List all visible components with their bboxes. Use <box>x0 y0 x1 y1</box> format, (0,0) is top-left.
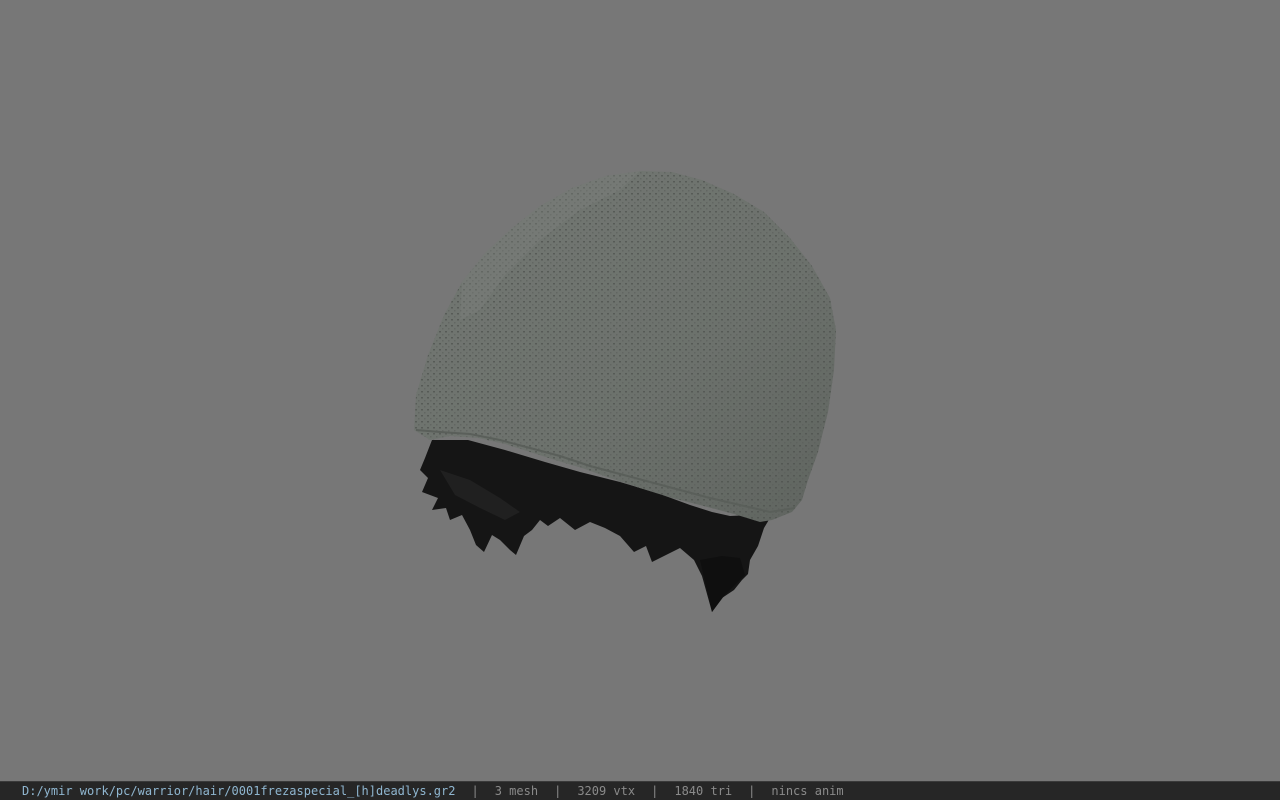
mesh-count-label: 3 mesh <box>494 784 539 798</box>
vertex-count-label: 3209 vtx <box>577 784 636 798</box>
separator: | <box>471 784 479 798</box>
separator: | <box>651 784 659 798</box>
triangle-count-label: 1840 tri <box>674 784 733 798</box>
file-path-label: D:/ymir work/pc/warrior/hair/0001frezasp… <box>22 784 456 798</box>
separator: | <box>554 784 562 798</box>
status-bar: D:/ymir work/pc/warrior/hair/0001frezasp… <box>0 781 1280 800</box>
separator: | <box>748 784 756 798</box>
hair-model-render <box>414 171 836 612</box>
animation-status-label: nincs anim <box>771 784 844 798</box>
3d-viewport[interactable] <box>0 0 1280 781</box>
